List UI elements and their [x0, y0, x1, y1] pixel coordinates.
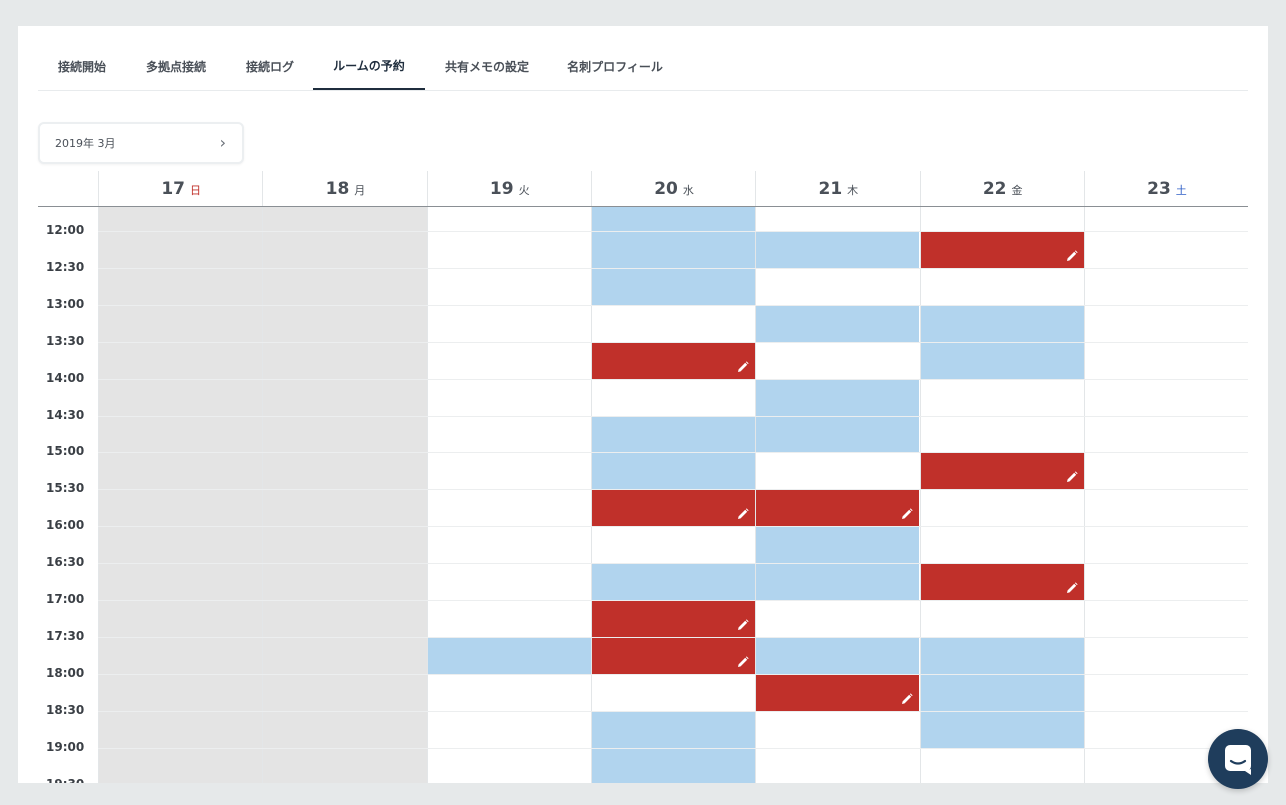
day-date: 17 — [161, 179, 185, 199]
main-panel: 接続開始 多拠点接続 接続ログ ルームの予約 共有メモの設定 名刺プロフィール 2019年… — [18, 26, 1268, 783]
time-label: 16:00 — [46, 518, 85, 532]
time-label: 19:30 — [46, 777, 96, 783]
pencil-icon[interactable] — [737, 508, 749, 520]
pencil-icon[interactable] — [737, 361, 749, 373]
time-label: 18:00 — [46, 666, 85, 680]
available-slot[interactable] — [591, 453, 756, 489]
tab-4[interactable]: ルームの予約 — [313, 26, 425, 90]
available-slot[interactable] — [756, 380, 920, 416]
pencil-icon[interactable] — [1066, 582, 1078, 594]
day-header: 21 木 — [755, 171, 920, 206]
time-label: 17:30 — [46, 629, 85, 643]
tab-1[interactable]: 接続開始 — [38, 26, 126, 90]
time-label: 12:00 — [46, 223, 85, 237]
available-slot[interactable] — [591, 269, 756, 305]
available-slot[interactable] — [920, 306, 1084, 342]
day-date: 23 — [1147, 179, 1171, 199]
day-weekday: 火 — [518, 184, 530, 197]
day-column[interactable] — [1083, 207, 1249, 783]
month-label: 2019年 3月 — [55, 137, 116, 150]
day-date: 19 — [489, 179, 514, 199]
time-label: 16:30 — [46, 555, 85, 569]
hour-gridline — [98, 379, 1248, 380]
available-slot[interactable] — [920, 712, 1084, 748]
time-label: 13:00 — [46, 297, 85, 311]
day-weekday: 水 — [682, 184, 694, 197]
calendar-grid: 12:00 12:30 13:00 13:30 14:00 14:30 15:00 15:30… — [38, 207, 1248, 783]
available-slot[interactable] — [756, 417, 920, 452]
time-label: 19:00 — [46, 740, 85, 754]
day-header: 17 日 — [98, 171, 263, 206]
day-column — [262, 207, 428, 783]
day-column — [98, 207, 264, 783]
chevron-right-icon[interactable]: › — [220, 133, 226, 152]
day-date: 20 — [654, 179, 678, 199]
available-slot[interactable] — [920, 343, 1084, 379]
tab-bar: 接続開始 多拠点接続 接続ログ ルームの予約 共有メモの設定 名刺プロフィール — [38, 26, 1248, 91]
booked-slot[interactable] — [756, 675, 920, 711]
time-label: 15:30 — [46, 481, 85, 495]
booked-slot[interactable] — [591, 490, 756, 526]
chat-icon — [1225, 745, 1251, 775]
available-slot[interactable] — [756, 638, 920, 674]
day-date: 18 — [325, 179, 350, 199]
day-header: 19 火 — [426, 171, 592, 206]
day-weekday: 木 — [847, 184, 859, 197]
available-slot[interactable] — [920, 675, 1084, 711]
day-weekday: 月 — [354, 184, 366, 197]
booked-slot[interactable] — [756, 490, 920, 526]
time-label: 13:30 — [46, 334, 85, 348]
day-weekday: 金 — [1011, 184, 1023, 197]
day-header: 22 金 — [919, 171, 1085, 206]
available-slot[interactable] — [756, 232, 920, 268]
booked-slot[interactable] — [920, 232, 1084, 268]
time-label: 18:30 — [46, 703, 85, 717]
calendar: 17 日 18 月 19 火 20 水 21 木 22 金 23 土 12:00 12:30 13:00 13:… — [38, 171, 1248, 783]
pencil-icon[interactable] — [1066, 250, 1078, 262]
time-label: 12:30 — [46, 260, 85, 274]
day-date: 22 — [982, 179, 1007, 199]
day-header: 23 土 — [1083, 171, 1249, 206]
booked-slot[interactable] — [920, 564, 1084, 600]
available-slot[interactable] — [920, 638, 1084, 674]
day-column[interactable] — [426, 207, 592, 783]
time-label: 14:00 — [46, 371, 85, 385]
available-slot[interactable] — [427, 638, 591, 674]
available-slot[interactable] — [591, 749, 756, 783]
tab-3[interactable]: 接続ログ — [226, 26, 314, 90]
day-weekday: 日 — [189, 184, 201, 197]
tab-2[interactable]: 多拠点接続 — [118, 26, 234, 90]
available-slot[interactable] — [756, 306, 920, 342]
available-slot[interactable] — [591, 417, 756, 452]
day-header: 20 水 — [590, 171, 756, 206]
tab-6[interactable]: 名刺プロフィール — [549, 26, 681, 90]
booked-slot[interactable] — [591, 601, 756, 637]
available-slot[interactable] — [591, 232, 756, 268]
booked-slot[interactable] — [591, 638, 756, 674]
tab-5[interactable]: 共有メモの設定 — [425, 26, 549, 90]
booked-slot[interactable] — [920, 453, 1084, 489]
time-label: 17:00 — [46, 592, 85, 606]
available-slot[interactable] — [591, 712, 756, 748]
available-slot[interactable] — [591, 207, 756, 231]
month-picker[interactable]: 2019年 3月 › — [38, 122, 244, 164]
available-slot[interactable] — [756, 564, 920, 600]
pencil-icon[interactable] — [901, 693, 914, 705]
day-date: 21 — [818, 179, 843, 199]
pencil-icon[interactable] — [1066, 471, 1078, 483]
pencil-icon[interactable] — [737, 619, 749, 631]
day-header: 18 月 — [262, 171, 427, 206]
available-slot[interactable] — [756, 527, 920, 563]
time-label: 14:30 — [46, 408, 85, 422]
available-slot[interactable] — [591, 564, 756, 600]
day-weekday: 土 — [1175, 184, 1187, 197]
chat-button[interactable] — [1208, 729, 1268, 789]
hour-gridline — [98, 526, 1248, 527]
booked-slot[interactable] — [591, 343, 756, 379]
pencil-icon[interactable] — [737, 656, 749, 668]
time-label: 15:00 — [46, 444, 85, 458]
pencil-icon[interactable] — [901, 508, 914, 520]
